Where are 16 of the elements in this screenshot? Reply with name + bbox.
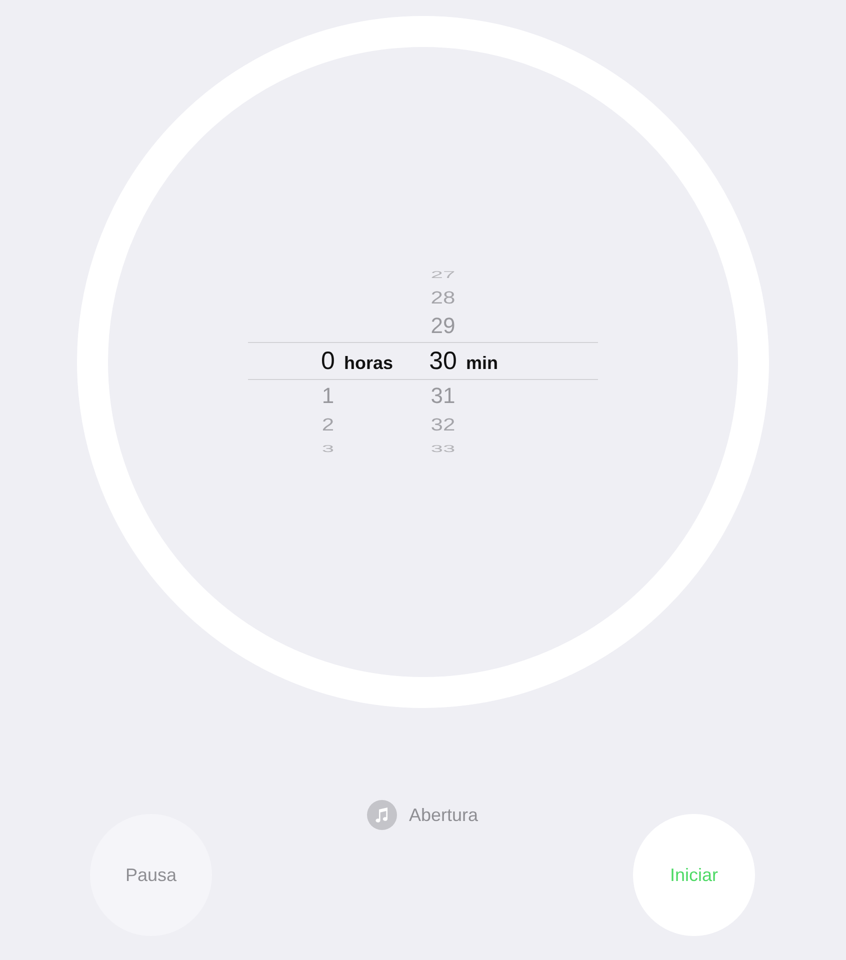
- picker-value[interactable]: 2: [320, 416, 336, 434]
- picker-value[interactable]: 30: [428, 348, 458, 374]
- picker-value[interactable]: 29: [428, 315, 458, 337]
- picker-value[interactable]: 28: [428, 289, 458, 307]
- picker-value[interactable]: 32: [428, 416, 458, 434]
- picker-value[interactable]: 27: [428, 270, 458, 280]
- picker-value[interactable]: 0: [320, 348, 336, 374]
- picker-value[interactable]: 33: [428, 444, 458, 454]
- music-note-icon: [366, 800, 397, 830]
- unit-label: min: [466, 354, 498, 372]
- picker-value[interactable]: 1: [320, 385, 336, 407]
- sound-picker-button[interactable]: Abertura: [366, 800, 478, 830]
- unit-label: horas: [344, 354, 394, 372]
- start-button[interactable]: Iniciar: [633, 814, 755, 936]
- picker-value[interactable]: 31: [428, 385, 458, 407]
- picker-value[interactable]: 3: [320, 444, 336, 454]
